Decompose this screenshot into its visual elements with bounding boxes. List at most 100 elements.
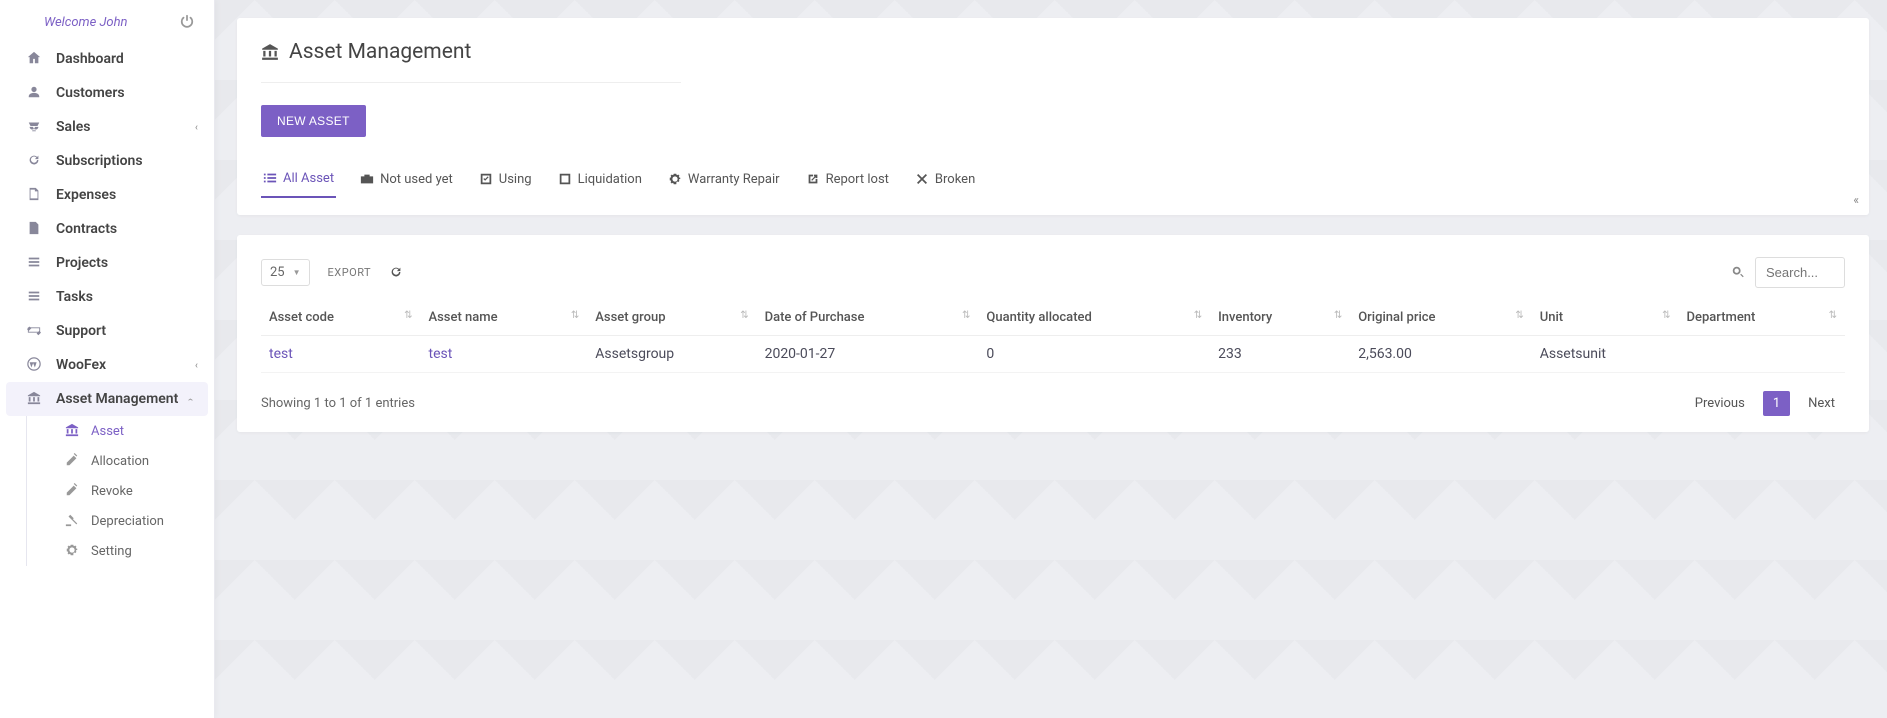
sort-icon: ⇅ [571, 310, 579, 321]
tab-label: Not used yet [380, 172, 453, 187]
list-icon [263, 171, 277, 186]
sub-item-label: Depreciation [91, 514, 164, 529]
close-icon [915, 172, 929, 187]
refresh-icon[interactable] [389, 265, 403, 280]
sub-item-asset[interactable]: Asset [57, 416, 214, 446]
sidebar: Welcome John Dashboard Customers Sales ‹… [0, 0, 215, 718]
welcome-bar: Welcome John [0, 6, 214, 42]
chevron-left-icon: ‹ [195, 122, 198, 133]
sort-icon: ⇅ [1194, 310, 1202, 321]
sidebar-item-woofex[interactable]: WooFex ‹ [0, 348, 214, 382]
tab-label: Broken [935, 172, 975, 187]
cell-quantity-allocated: 0 [978, 336, 1210, 373]
table-info-text: Showing 1 to 1 of 1 entries [261, 396, 415, 411]
gavel-icon [65, 513, 83, 529]
col-asset-code[interactable]: Asset code⇅ [261, 300, 421, 336]
sidebar-item-asset-management[interactable]: Asset Management ‹ [6, 382, 208, 416]
col-asset-name[interactable]: Asset name⇅ [421, 300, 588, 336]
pagination: Previous 1 Next [1685, 391, 1845, 416]
square-icon [558, 172, 572, 187]
cell-department [1679, 336, 1845, 373]
main-content: Asset Management NEW ASSET All Asset Not… [215, 0, 1887, 718]
tab-not-used-yet[interactable]: Not used yet [358, 165, 455, 198]
page-size-select[interactable]: 25 ▼ [261, 259, 310, 286]
table-panel: 25 ▼ EXPORT Asset code⇅ Asset name⇅ Asse… [237, 235, 1869, 432]
tab-liquidation[interactable]: Liquidation [556, 165, 644, 198]
cell-original-price: 2,563.00 [1350, 336, 1532, 373]
sidebar-item-label: Contracts [56, 221, 117, 237]
tab-all-asset[interactable]: All Asset [261, 165, 336, 198]
sidebar-item-dashboard[interactable]: Dashboard [0, 42, 214, 76]
sub-item-label: Setting [91, 544, 132, 559]
pager-prev[interactable]: Previous [1685, 391, 1755, 416]
sort-icon: ⇅ [1515, 310, 1523, 321]
sidebar-item-label: Expenses [56, 187, 116, 203]
sidebar-item-label: Subscriptions [56, 153, 143, 169]
col-unit[interactable]: Unit⇅ [1532, 300, 1679, 336]
tab-label: Liquidation [578, 172, 642, 187]
home-icon [24, 51, 44, 67]
col-inventory[interactable]: Inventory⇅ [1210, 300, 1350, 336]
user-icon [24, 85, 44, 101]
new-asset-button[interactable]: NEW ASSET [261, 105, 366, 137]
tasks-icon [24, 289, 44, 305]
pager-next[interactable]: Next [1798, 391, 1845, 416]
col-quantity-allocated[interactable]: Quantity allocated⇅ [978, 300, 1210, 336]
sidebar-item-support[interactable]: Support [0, 314, 214, 348]
pager-page-1[interactable]: 1 [1763, 391, 1790, 416]
sub-item-depreciation[interactable]: Depreciation [57, 506, 214, 536]
cell-asset-name[interactable]: test [421, 336, 588, 373]
power-icon[interactable] [180, 14, 194, 30]
sub-item-revoke[interactable]: Revoke [57, 476, 214, 506]
search-icon[interactable] [1721, 259, 1755, 287]
sub-item-label: Asset [91, 424, 124, 439]
sidebar-item-label: Asset Management [56, 391, 178, 407]
sidebar-item-label: Dashboard [56, 51, 124, 67]
tab-broken[interactable]: Broken [913, 165, 977, 198]
col-original-price[interactable]: Original price⇅ [1350, 300, 1532, 336]
tab-label: Report lost [826, 172, 889, 187]
sidebar-item-customers[interactable]: Customers [0, 76, 214, 110]
assets-table: Asset code⇅ Asset name⇅ Asset group⇅ Dat… [261, 300, 1845, 373]
tab-using[interactable]: Using [477, 165, 534, 198]
header-panel: Asset Management NEW ASSET All Asset Not… [237, 18, 1869, 215]
sidebar-item-projects[interactable]: Projects [0, 246, 214, 280]
col-department[interactable]: Department⇅ [1679, 300, 1845, 336]
scales-icon [24, 119, 44, 135]
tab-label: All Asset [283, 171, 334, 186]
status-tabs: All Asset Not used yet Using Liquidation… [261, 165, 1845, 199]
export-button[interactable]: EXPORT [328, 266, 372, 279]
search-input[interactable] [1755, 257, 1845, 288]
col-asset-group[interactable]: Asset group⇅ [587, 300, 756, 336]
sidebar-item-subscriptions[interactable]: Subscriptions [0, 144, 214, 178]
tab-label: Warranty Repair [688, 172, 780, 187]
col-date-purchase[interactable]: Date of Purchase⇅ [757, 300, 979, 336]
sidebar-item-contracts[interactable]: Contracts [0, 212, 214, 246]
collapse-toggle-icon[interactable]: « [1853, 193, 1859, 207]
search-wrap [1721, 257, 1845, 288]
cell-asset-code[interactable]: test [261, 336, 421, 373]
sidebar-item-tasks[interactable]: Tasks [0, 280, 214, 314]
sidebar-item-label: Support [56, 323, 106, 339]
sidebar-item-label: WooFex [56, 357, 106, 373]
sub-item-allocation[interactable]: Allocation [57, 446, 214, 476]
chevron-down-icon: ‹ [185, 397, 196, 400]
gear-icon [668, 172, 682, 187]
sub-item-setting[interactable]: Setting [57, 536, 214, 566]
page-size-value: 25 [270, 265, 285, 280]
sidebar-item-expenses[interactable]: Expenses [0, 178, 214, 212]
ticket-icon [24, 323, 44, 339]
tab-report-lost[interactable]: Report lost [804, 165, 891, 198]
tab-label: Using [499, 172, 532, 187]
asset-management-submenu: Asset Allocation Revoke Depreciation Set… [26, 416, 214, 566]
welcome-text: Welcome John [44, 15, 128, 30]
sidebar-item-sales[interactable]: Sales ‹ [0, 110, 214, 144]
sort-icon: ⇅ [740, 310, 748, 321]
wordpress-icon [24, 357, 44, 373]
chevron-left-icon: ‹ [195, 360, 198, 371]
tab-warranty-repair[interactable]: Warranty Repair [666, 165, 782, 198]
file-icon [24, 221, 44, 237]
sort-icon: ⇅ [404, 310, 412, 321]
table-row[interactable]: test test Assetsgroup 2020-01-27 0 233 2… [261, 336, 1845, 373]
cell-inventory: 233 [1210, 336, 1350, 373]
